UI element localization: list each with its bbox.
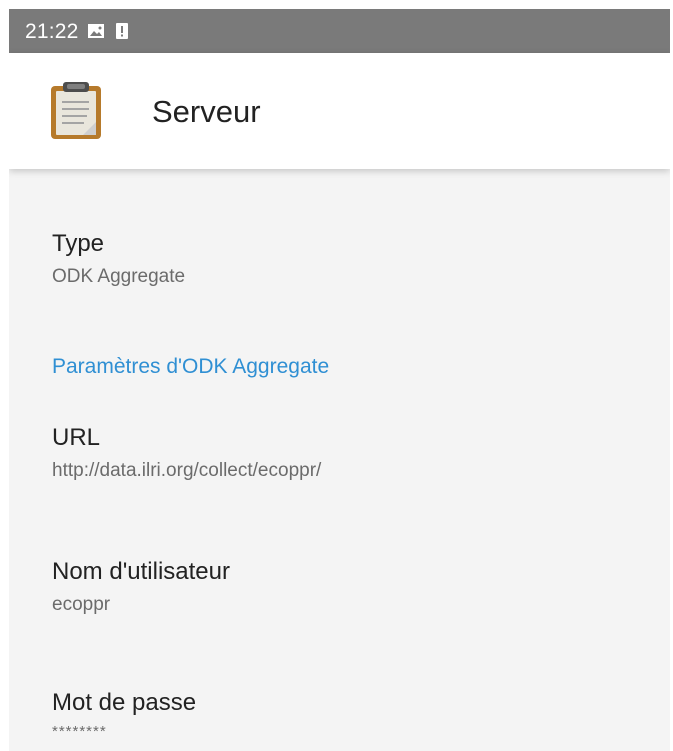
clipboard-icon <box>49 81 103 141</box>
username-value: ecoppr <box>52 594 111 616</box>
password-title: Mot de passe <box>52 689 197 716</box>
image-icon <box>87 22 105 40</box>
server-type-value: ODK Aggregate <box>52 266 186 288</box>
page-title: Serveur <box>152 94 261 129</box>
status-bar: 21:22 <box>9 9 670 53</box>
username-setting[interactable]: Nom d'utilisateur ecoppr <box>52 558 230 616</box>
server-type-setting[interactable]: Type ODK Aggregate <box>52 230 186 288</box>
server-url-title: URL <box>52 424 101 451</box>
server-url-value: http://data.ilri.org/collect/ecoppr/ <box>52 460 322 482</box>
settings-content: Type ODK Aggregate Paramètres d'ODK Aggr… <box>9 169 670 751</box>
password-value: ******** <box>52 723 107 741</box>
server-type-title: Type <box>52 230 105 257</box>
password-setting[interactable]: Mot de passe ******** <box>52 689 197 741</box>
alert-icon <box>113 22 131 40</box>
app-bar: Serveur <box>9 53 670 169</box>
phone-screen: 21:22 Serveur Type ODK Aggregate Paramèt… <box>9 9 670 751</box>
status-time: 21:22 <box>25 19 79 43</box>
odk-aggregate-settings-header: Paramètres d'ODK Aggregate <box>52 355 330 378</box>
username-title: Nom d'utilisateur <box>52 558 230 585</box>
server-url-setting[interactable]: URL http://data.ilri.org/collect/ecoppr/ <box>52 424 322 482</box>
